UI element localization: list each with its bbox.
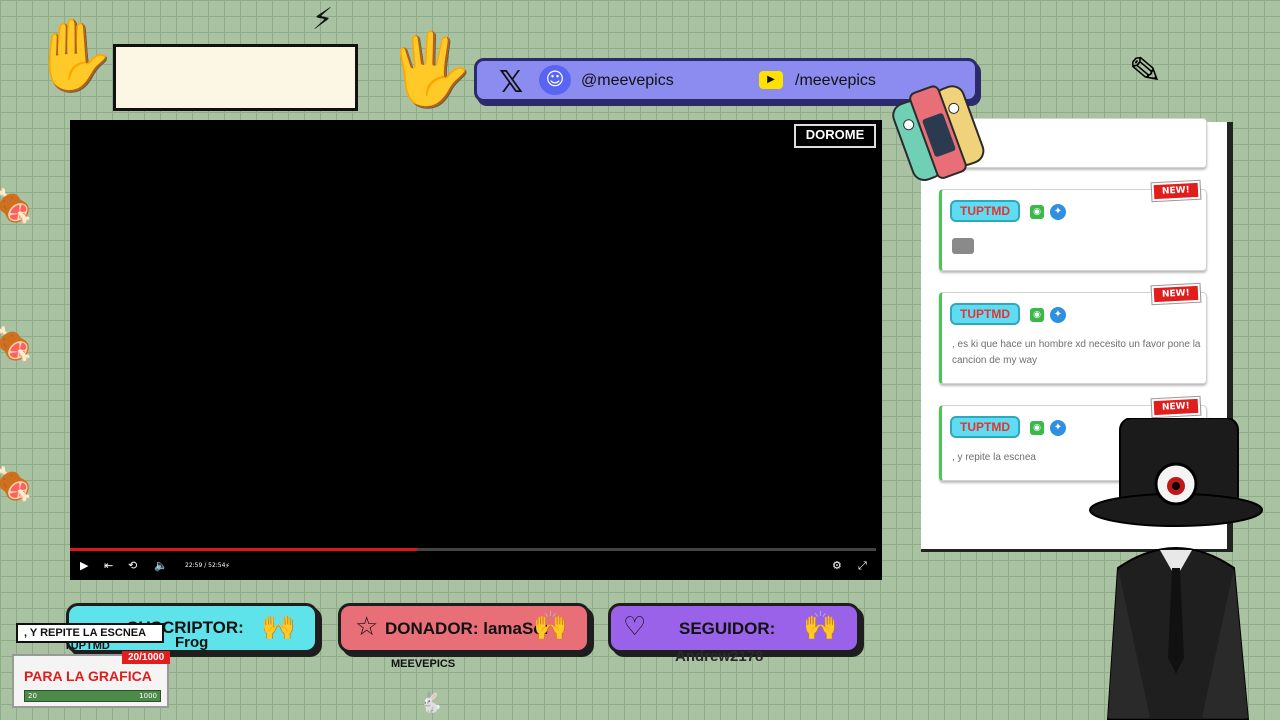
settings-icon[interactable]: ⚙ <box>832 558 842 574</box>
chat-message: NEW! TUPTMD ◉ ✦ , es ki que hace un homb… <box>939 283 1207 384</box>
video-player[interactable]: DOROME ▶ ⇤ ⟲ 🔈 22:59 / 52:54 ⚡ ⚙ ⤢ <box>70 120 882 580</box>
follower-label: SEGUIDOR: <box>679 619 776 638</box>
pencil-icon: ✏ <box>1117 42 1173 100</box>
youtube-channel: /meevepics <box>795 72 876 89</box>
goal-max: 1000 <box>139 692 157 700</box>
subscriber-badge-icon: ◉ <box>1030 421 1044 435</box>
goal-count-badge: 20/1000 <box>122 651 171 664</box>
subscriber-badge-icon: ◉ <box>1030 205 1044 219</box>
verified-badge-icon: ✦ <box>1050 307 1066 323</box>
goal-progress-bar: 20 1000 <box>24 690 161 702</box>
chat-text: , es ki que hace un hombre xd necesito u… <box>952 339 1201 366</box>
verified-badge-icon: ✦ <box>1050 420 1066 436</box>
new-badge: NEW! <box>1151 180 1201 202</box>
lightning-icon: ⚡ <box>225 562 230 570</box>
volume-icon[interactable]: 🔈 <box>154 558 168 574</box>
title-card <box>113 44 358 111</box>
lightning-decoration: ⚡ <box>312 2 334 37</box>
bunny-icon: 🐇 <box>418 690 443 714</box>
goal-username: TUPTMD <box>64 640 110 652</box>
meat-decoration-1: 🍖 <box>0 187 34 225</box>
donor-bar: ☆ DONADOR: lamaSor 🙌 <box>338 603 590 653</box>
meat-decoration-3: 🍖 <box>0 465 34 503</box>
fullscreen-icon[interactable]: ⤢ <box>858 558 867 574</box>
left-hand-decoration: ✋ <box>30 14 118 96</box>
progress-fill <box>70 548 417 551</box>
hands-icon: 🙌 <box>803 609 838 642</box>
follower-name: Andrew2178 <box>675 648 764 665</box>
time-display: 22:59 / 52:54 <box>185 562 226 569</box>
goal-title: PARA LA GRAFICA <box>24 668 152 684</box>
chat-username: TUPTMD <box>950 200 1020 222</box>
social-handle: @meevepics <box>581 72 674 89</box>
channel-watermark: DOROME <box>794 124 876 148</box>
emote-icon <box>952 238 974 254</box>
donor-label: DONADOR: lamaSor <box>385 619 551 638</box>
hands-icon: 🙌 <box>533 609 568 642</box>
subscriber-name: Frog <box>175 634 209 651</box>
star-icon: ☆ <box>355 612 379 642</box>
loop-icon[interactable]: ⟲ <box>128 558 137 574</box>
channel-name: MEEVEPICS <box>391 658 456 670</box>
top-hat-character <box>1089 418 1263 720</box>
heart-icon: ♡ <box>623 612 647 642</box>
subscriber-badge-icon: ◉ <box>1030 308 1044 322</box>
x-logo-icon: 𝕏 <box>499 65 524 100</box>
hands-icon: 🙌 <box>261 609 296 642</box>
play-icon[interactable]: ▶ <box>80 558 88 574</box>
youtube-icon: ▶ <box>759 71 783 89</box>
new-badge: NEW! <box>1151 396 1201 418</box>
follower-bar: ♡ SEGUIDOR: Andrew2178 🙌 <box>608 603 860 665</box>
right-hand-decoration: 🖐 <box>386 28 474 110</box>
meat-decoration-2: 🍖 <box>0 325 34 363</box>
new-badge: NEW! <box>1151 283 1201 305</box>
progress-bar[interactable] <box>70 548 876 551</box>
discord-icon: ☺ <box>539 65 571 95</box>
chat-message: NEW! TUPTMD ◉ ✦ <box>939 180 1207 271</box>
chat-username: TUPTMD <box>950 416 1020 438</box>
chat-username: TUPTMD <box>950 303 1020 325</box>
goal-min: 20 <box>28 692 37 700</box>
previous-icon[interactable]: ⇤ <box>104 558 113 574</box>
verified-badge-icon: ✦ <box>1050 204 1066 220</box>
